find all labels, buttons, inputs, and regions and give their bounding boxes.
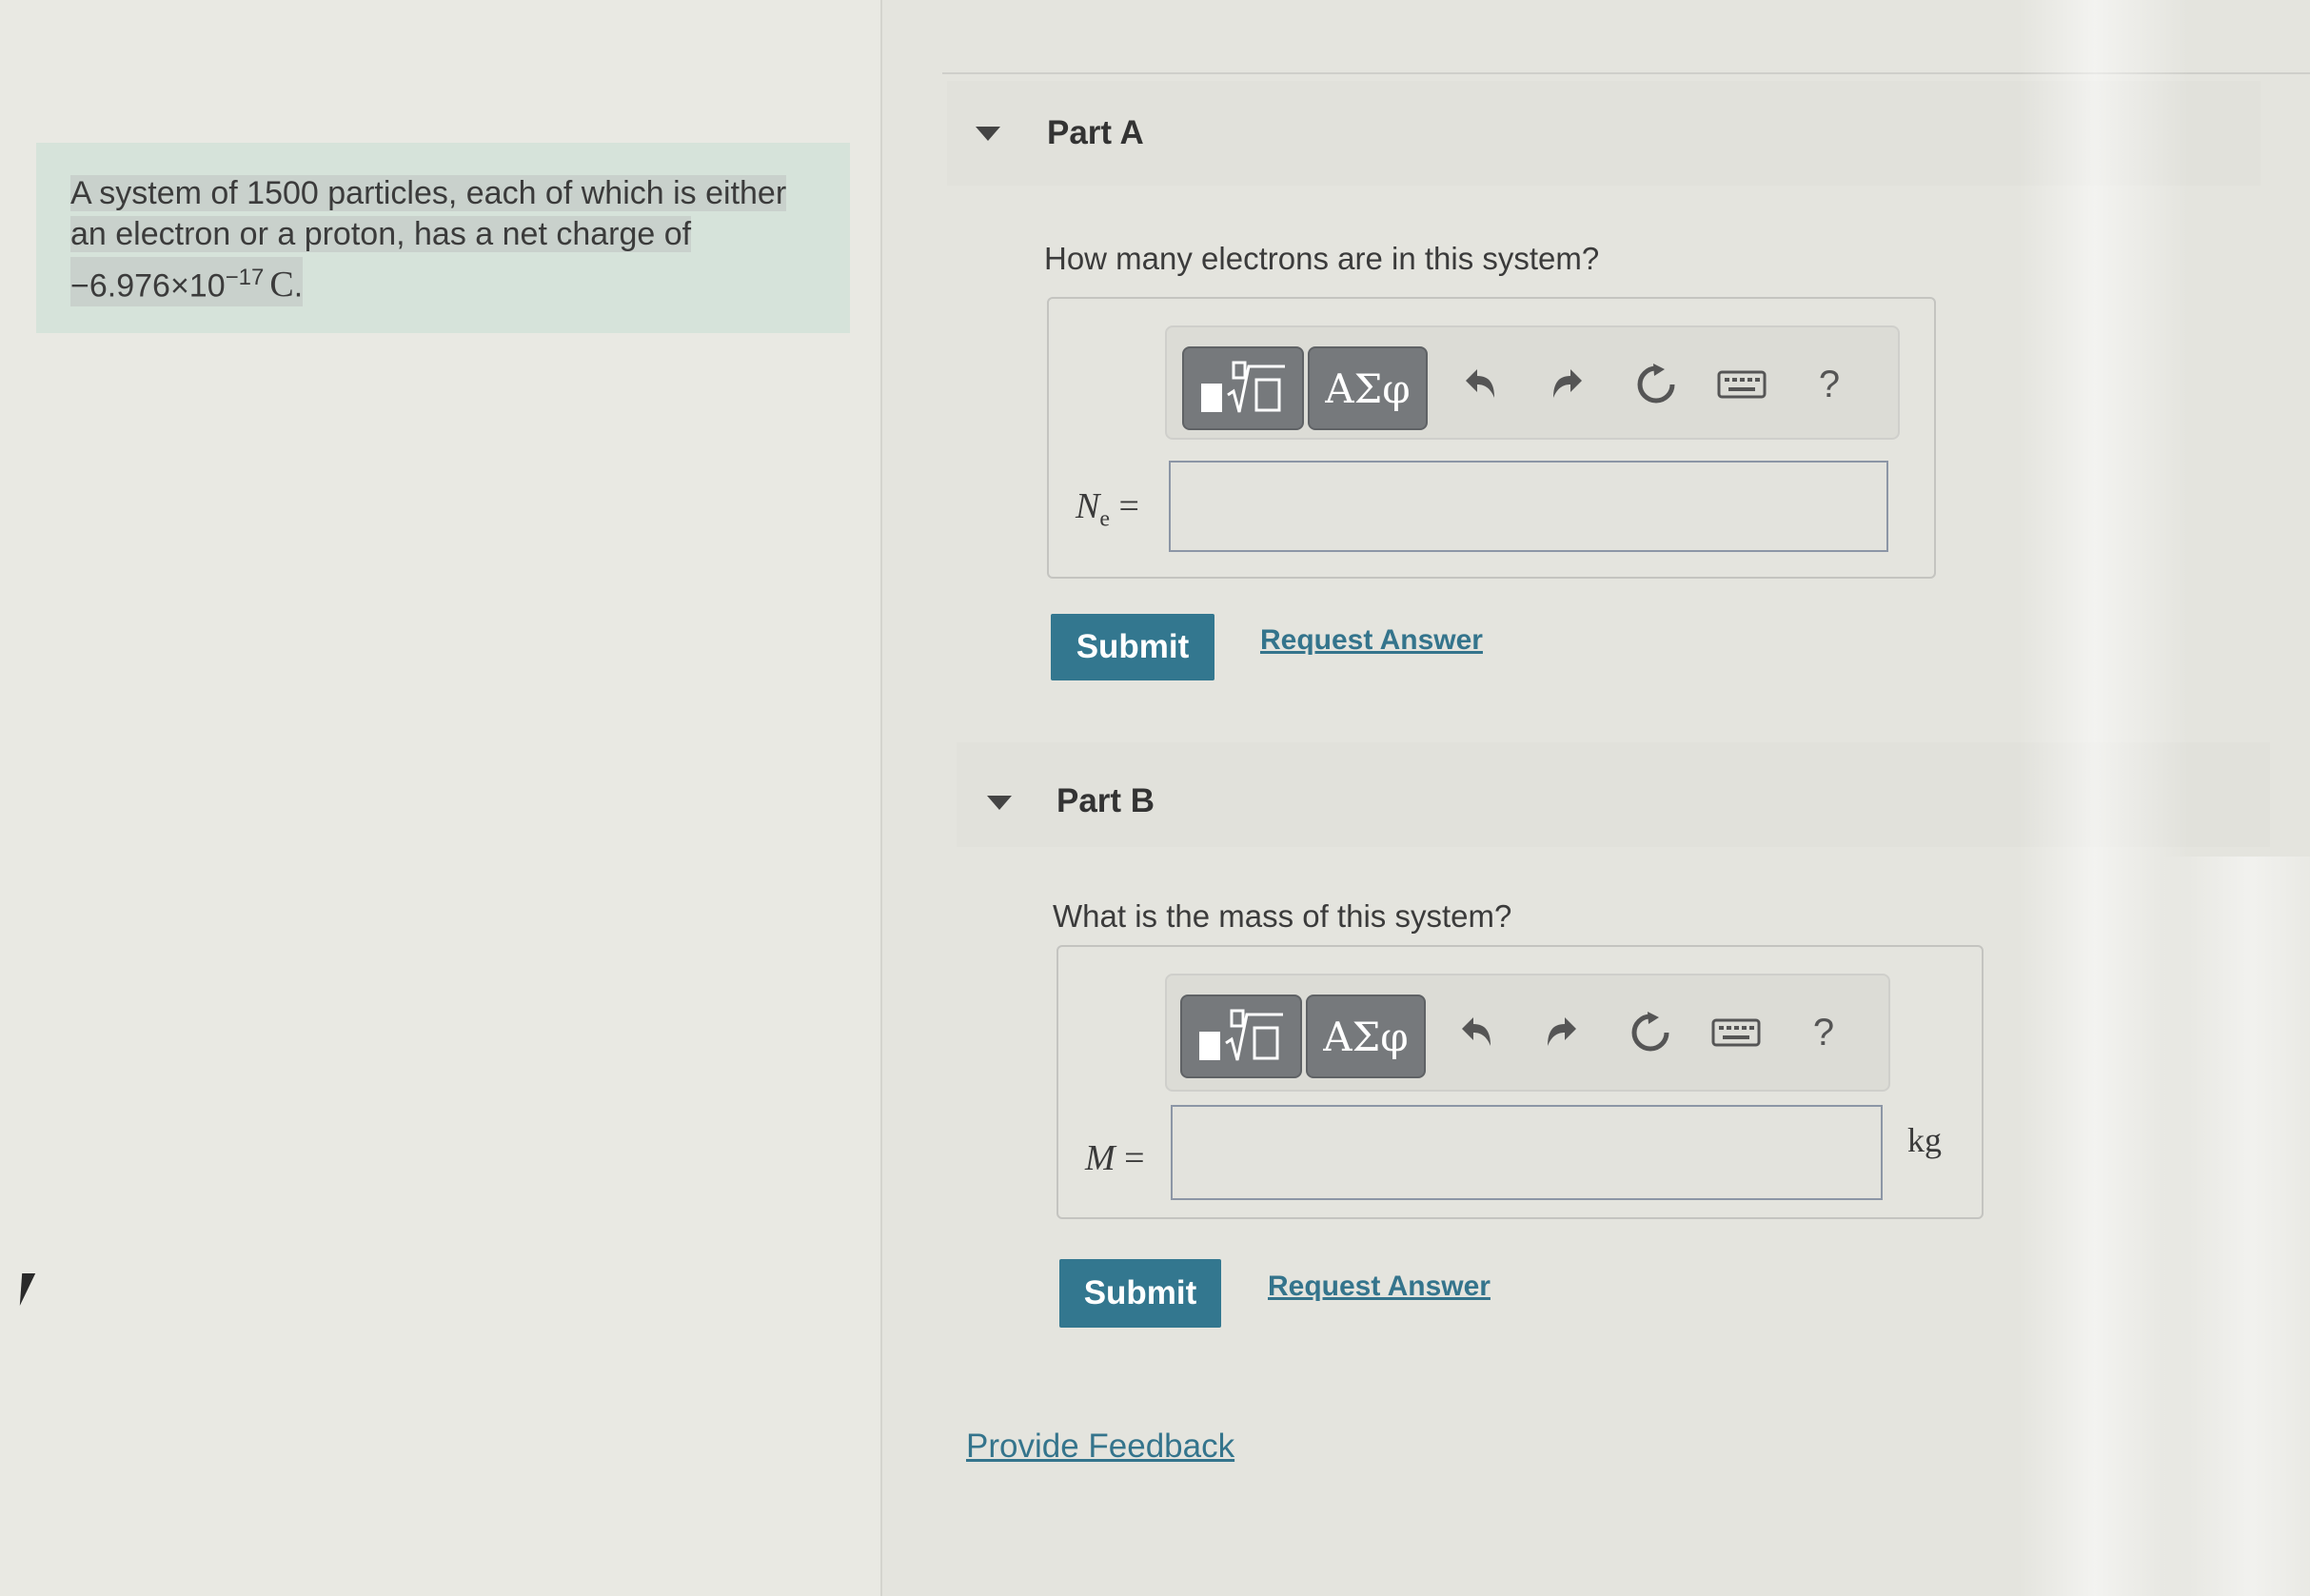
- part-a-submit-button[interactable]: Submit: [1051, 614, 1214, 680]
- reset-icon[interactable]: [1622, 1004, 1679, 1061]
- part-b-variable-label: M =: [1085, 1137, 1145, 1179]
- part-a-request-answer-link[interactable]: Request Answer: [1260, 624, 1483, 657]
- part-b-math-toolbar: ΑΣφ ?: [1165, 974, 1890, 1092]
- problem-line-1: A system of 1500 particles, each of whic…: [70, 175, 787, 211]
- part-b-header[interactable]: Part B: [957, 742, 2270, 847]
- part-b-question: What is the mass of this system?: [1053, 898, 1512, 934]
- part-a-question: How many electrons are in this system?: [1044, 241, 1600, 276]
- charge-period: .: [293, 267, 304, 305]
- problem-panel: A system of 1500 particles, each of whic…: [0, 0, 882, 1596]
- part-b-unit-label: kg: [1907, 1121, 1942, 1159]
- redo-icon[interactable]: [1540, 356, 1597, 413]
- part-b-request-answer-link[interactable]: Request Answer: [1268, 1271, 1491, 1303]
- top-divider: [942, 72, 2310, 74]
- part-b-answer-input[interactable]: [1171, 1105, 1883, 1200]
- part-a-header[interactable]: Part A: [947, 81, 2261, 186]
- undo-icon[interactable]: [1451, 356, 1508, 413]
- part-a-answer-input[interactable]: [1169, 461, 1888, 552]
- keyboard-icon[interactable]: [1713, 356, 1770, 413]
- mouse-cursor-icon: [19, 1273, 36, 1306]
- fraction-sqrt-icon: [1199, 1009, 1283, 1061]
- undo-icon[interactable]: [1447, 1004, 1504, 1061]
- variable-symbol: N: [1076, 486, 1100, 526]
- part-b-title: Part B: [1056, 782, 1155, 819]
- redo-icon[interactable]: [1534, 1004, 1591, 1061]
- collapse-caret-icon[interactable]: [987, 796, 1012, 810]
- templates-button[interactable]: [1182, 346, 1304, 430]
- equals-sign: =: [1124, 1138, 1145, 1178]
- collapse-caret-icon[interactable]: [976, 127, 1000, 141]
- part-a-title: Part A: [1047, 114, 1144, 151]
- problem-line-2: an electron or a proton, has a net charg…: [70, 216, 692, 252]
- part-a-math-toolbar: ΑΣφ ?: [1165, 325, 1900, 440]
- net-charge-value: −6.976×10−17 C.: [70, 257, 304, 307]
- help-icon[interactable]: ?: [1801, 356, 1858, 413]
- help-icon[interactable]: ?: [1795, 1004, 1852, 1061]
- variable-subscript: e: [1099, 506, 1111, 532]
- reset-icon[interactable]: [1628, 356, 1685, 413]
- keyboard-icon[interactable]: [1708, 1004, 1765, 1061]
- part-b-answer-frame: ΑΣφ ? M = kg: [1056, 945, 1984, 1219]
- problem-statement: A system of 1500 particles, each of whic…: [70, 173, 803, 307]
- part-a-variable-label: Ne =: [1076, 485, 1139, 533]
- variable-symbol: M: [1085, 1138, 1116, 1178]
- equals-sign: =: [1118, 486, 1139, 526]
- part-a-answer-frame: ΑΣφ ? Ne =: [1047, 297, 1936, 579]
- problem-statement-box: A system of 1500 particles, each of whic…: [36, 143, 850, 333]
- greek-symbols-button[interactable]: ΑΣφ: [1306, 995, 1426, 1078]
- provide-feedback-link[interactable]: Provide Feedback: [966, 1428, 1234, 1466]
- fraction-sqrt-icon: [1201, 361, 1285, 413]
- part-b-submit-button[interactable]: Submit: [1059, 1259, 1221, 1328]
- charge-exponent: −17: [225, 265, 265, 290]
- charge-unit: C: [269, 265, 294, 305]
- templates-button[interactable]: [1180, 995, 1302, 1078]
- charge-mantissa: −6.976×10: [70, 267, 226, 305]
- greek-symbols-button[interactable]: ΑΣφ: [1308, 346, 1428, 430]
